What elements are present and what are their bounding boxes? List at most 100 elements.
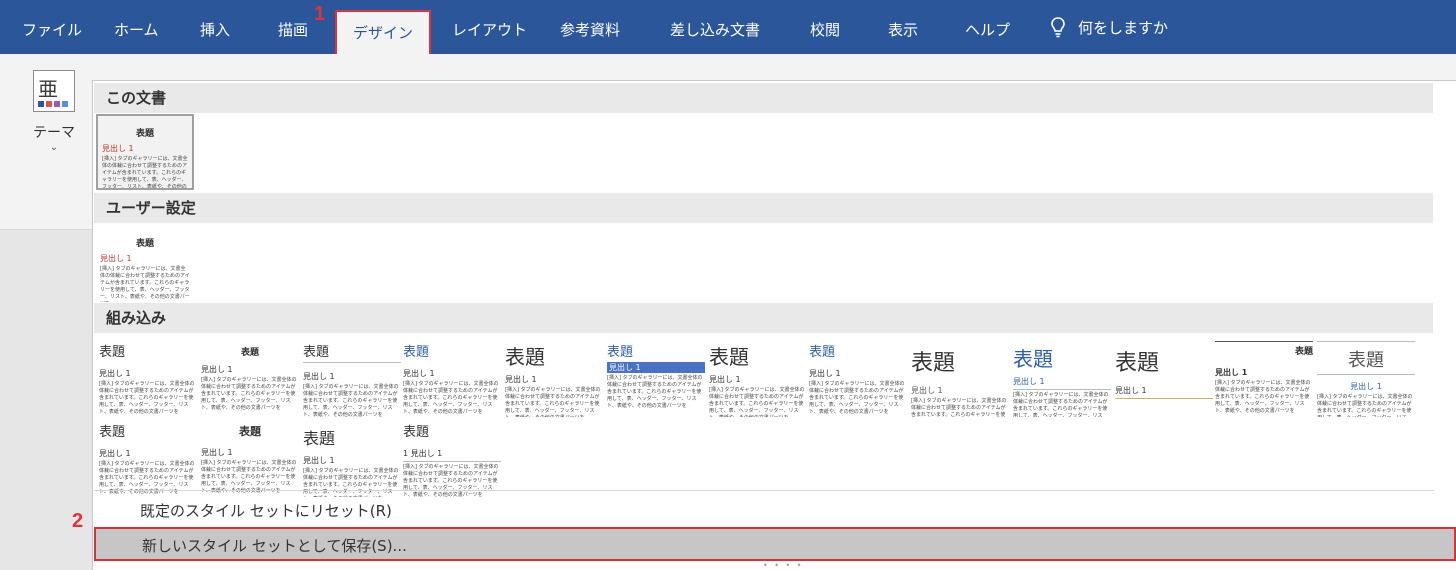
reset-style-set-menu-item[interactable]: 既定のスタイル セットにリセット(R) xyxy=(94,494,1456,528)
style-thumb-builtin[interactable]: 表題 1 見出し 1 [挿入] タブのギャラリーには、文書全体の体裁に合わせて調… xyxy=(403,421,501,497)
thumb-body: [挿入] タブのギャラリーには、文書全体の体裁に合わせて調整するためのアイテムが… xyxy=(403,381,499,415)
thumb-heading: 見出し 1 xyxy=(1215,368,1248,377)
thumb-title: 表題 xyxy=(99,425,126,440)
thumb-title: 表題 xyxy=(809,345,836,360)
menu-divider xyxy=(94,490,1434,491)
thumb-body: [挿入] タブのギャラリーには、文書全体の体裁に合わせて調整するためのアイテムが… xyxy=(709,387,805,417)
style-thumb-builtin[interactable]: 表題 見出し 1 [挿入] タブのギャラリーには、文書全体の体裁に合わせて調整す… xyxy=(607,341,705,417)
style-set-gallery: この文書 表題 見出し 1 [挿入] タブのギャラリーには、文書全体の体裁に合わ… xyxy=(92,80,1456,570)
thumb-heading: 見出し 1 xyxy=(505,375,537,384)
theme-button[interactable]: 亜 テーマ ⌄ xyxy=(28,70,80,153)
style-thumb-custom[interactable]: 表題 見出し 1 [挿入] タブのギャラリーには、文書全体の体裁に合わせて調整す… xyxy=(96,226,194,302)
thumb-heading: 見出し 1 xyxy=(201,365,233,374)
thumb-heading: 見出し 1 xyxy=(709,375,741,384)
section-builtin: 組み込み xyxy=(94,303,1433,333)
thumb-title: 表題 xyxy=(99,345,126,360)
thumb-title: 表題 xyxy=(911,351,956,376)
tab-layout[interactable]: レイアウト xyxy=(452,0,527,54)
tab-references[interactable]: 参考資料 xyxy=(560,0,620,54)
save-new-style-set-menu-item[interactable]: 新しいスタイル セットとして保存(S)... xyxy=(94,527,1456,561)
theme-icon: 亜 xyxy=(33,70,75,112)
thumb-body: [挿入] タブのギャラリーには、文書全体の体裁に合わせて調整するためのアイテムが… xyxy=(809,381,905,415)
tab-home[interactable]: ホーム xyxy=(114,0,159,54)
step-marker-1: 1 xyxy=(314,3,326,25)
thumb-body: [挿入] タブのギャラリーには、文書全体の体裁に合わせて調整するためのアイテムが… xyxy=(403,464,499,497)
thumb-heading: 見出し 1 xyxy=(1350,382,1382,391)
style-thumb-builtin[interactable]: 表題 見出し 1 [挿入] タブのギャラリーには、文書全体の体裁に合わせて調整す… xyxy=(99,341,197,417)
thumb-body: [挿入] タブのギャラリーには、文書全体の体裁に合わせて調整するためのアイテムが… xyxy=(303,384,399,417)
thumb-body: [挿入] タブのギャラリーには、文書全体の体裁に合わせて調整するためのアイテムが… xyxy=(1317,394,1413,417)
theme-label: テーマ xyxy=(33,125,75,141)
style-thumb-builtin[interactable]: 表題 見出し 1 [挿入] タブのギャラリーには、文書全体の体裁に合わせて調整す… xyxy=(99,421,197,497)
style-thumb-builtin[interactable]: 表題 見出し 1 [挿入] タブのギャラリーには、文書全体の体裁に合わせて調整す… xyxy=(1215,341,1313,417)
thumb-heading: 見出し 1 xyxy=(911,386,943,395)
thumb-heading: 見出し 1 xyxy=(99,449,131,458)
tab-help[interactable]: ヘルプ xyxy=(965,0,1010,54)
thumb-heading: 見出し 1 xyxy=(303,456,335,465)
style-thumb-builtin[interactable]: 表題 見出し 1 [挿入] タブのギャラリーには、文書全体の体裁に合わせて調整す… xyxy=(201,421,299,497)
thumb-body: [挿入] タブのギャラリーには、文書全体の体裁に合わせて調整するためのアイテムが… xyxy=(201,377,297,411)
theme-icon-glyph: 亜 xyxy=(38,77,58,101)
thumb-title: 表題 xyxy=(709,345,749,369)
thumb-body: [挿入] タブのギャラリーには、文書全体の体裁に合わせて調整するためのアイテムが… xyxy=(99,381,195,415)
style-thumb-builtin[interactable]: 表題 見出し 1 [挿入] タブのギャラリーには、文書全体の体裁に合わせて調整す… xyxy=(709,341,807,417)
style-thumb-builtin[interactable]: 表題 見出し 1 [挿入] タブのギャラリーには、文書全体の体裁に合わせて調整す… xyxy=(911,341,1009,417)
tab-file[interactable]: ファイル xyxy=(22,0,82,54)
style-thumb-builtin[interactable]: 表題 見出し 1 [挿入] タブのギャラリーには、文書全体の体裁に合わせて調整す… xyxy=(303,341,401,417)
thumb-body: [挿入] タブのギャラリーには、文書全体の体裁に合わせて調整するためのアイテムが… xyxy=(102,156,188,190)
thumb-title: 表題 xyxy=(1115,351,1160,376)
tab-draw[interactable]: 描画 xyxy=(278,0,308,54)
thumb-heading: 見出し 1 xyxy=(100,254,132,263)
style-thumb-builtin[interactable]: 表題 見出し 1 [挿入] タブのギャラリーには、文書全体の体裁に合わせて調整す… xyxy=(1317,341,1415,417)
style-thumb-builtin[interactable]: 表題 見出し 1 [挿入] タブのギャラリーには、文書全体の体裁に合わせて調整す… xyxy=(505,341,603,417)
thumb-heading: 見出し 1 xyxy=(1013,376,1111,390)
step-marker-2: 2 xyxy=(72,510,84,532)
resize-grip[interactable]: • • • • xyxy=(763,561,804,570)
style-thumb-current[interactable]: 表題 見出し 1 [挿入] タブのギャラリーには、文書全体の体裁に合わせて調整す… xyxy=(96,114,194,190)
thumb-title: 表題 xyxy=(505,345,545,369)
thumb-heading: 見出し 1 xyxy=(99,369,131,378)
thumb-heading: 見出し 1 xyxy=(201,448,233,457)
thumb-body: [挿入] タブのギャラリーには、文書全体の体裁に合わせて調整するためのアイテムが… xyxy=(303,468,399,497)
thumb-title: 表題 xyxy=(239,425,261,438)
tab-mailings[interactable]: 差し込み文書 xyxy=(670,0,760,54)
thumb-body: [挿入] タブのギャラリーには、文書全体の体裁に合わせて調整するためのアイテムが… xyxy=(1013,392,1109,417)
thumb-title: 表題 xyxy=(403,345,430,360)
style-thumb-builtin[interactable]: 表題 見出し 1 [挿入] タブのギャラリーには、文書全体の体裁に合わせて調整す… xyxy=(403,341,501,417)
thumb-heading: 見出し 1 xyxy=(809,369,841,378)
thumb-title: 表題 xyxy=(303,341,401,363)
section-custom: ユーザー設定 xyxy=(94,193,1433,223)
thumb-title: 表題 xyxy=(135,129,154,139)
thumb-title: 表題 xyxy=(1317,346,1415,375)
tab-design[interactable]: デザイン xyxy=(335,10,431,54)
thumb-body: [挿入] タブのギャラリーには、文書全体の体裁に合わせて調整するためのアイテムが… xyxy=(505,387,601,417)
thumb-title: 表題 xyxy=(303,429,336,448)
thumb-title: 表題 xyxy=(1294,347,1313,357)
thumb-body: [挿入] タブのギャラリーには、文書全体の体裁に合わせて調整するためのアイテムが… xyxy=(607,375,703,409)
tab-review[interactable]: 校閲 xyxy=(810,0,840,54)
tell-me-box[interactable]: 何をしますか xyxy=(1050,0,1168,54)
thumb-heading: 1 見出し 1 xyxy=(403,448,501,462)
thumb-body: [挿入] タブのギャラリーには、文書全体の体裁に合わせて調整するためのアイテムが… xyxy=(100,266,190,302)
style-thumb-builtin[interactable]: 表題 見出し 1 xyxy=(1115,341,1213,417)
thumb-body: [挿入] タブのギャラリーには、文書全体の体裁に合わせて調整するためのアイテムが… xyxy=(911,398,1007,417)
ribbon-tab-bar: ファイル ホーム 挿入 描画 デザイン レイアウト 参考資料 差し込み文書 校閲… xyxy=(0,0,1456,54)
thumb-title: 表題 xyxy=(607,345,634,360)
thumb-title: 表題 xyxy=(403,425,430,440)
thumb-title: 表題 xyxy=(135,239,154,249)
lightbulb-icon xyxy=(1051,17,1065,38)
tab-view[interactable]: 表示 xyxy=(888,0,918,54)
thumb-body: [挿入] タブのギャラリーには、文書全体の体裁に合わせて調整するためのアイテムが… xyxy=(1215,380,1311,414)
style-thumb-builtin[interactable]: 表題 見出し 1 [挿入] タブのギャラリーには、文書全体の体裁に合わせて調整す… xyxy=(201,341,299,417)
chevron-down-icon: ⌄ xyxy=(49,142,59,153)
thumb-heading: 見出し 1 xyxy=(102,144,134,153)
thumb-heading: 見出し 1 xyxy=(1115,385,1213,399)
thumb-heading: 見出し 1 xyxy=(403,369,435,378)
tab-insert[interactable]: 挿入 xyxy=(200,0,230,54)
thumb-heading: 見出し 1 xyxy=(303,372,335,381)
style-thumb-builtin[interactable]: 表題 見出し 1 [挿入] タブのギャラリーには、文書全体の体裁に合わせて調整す… xyxy=(303,421,401,497)
style-thumb-builtin[interactable]: 表題 見出し 1 [挿入] タブのギャラリーには、文書全体の体裁に合わせて調整す… xyxy=(1013,341,1111,417)
style-thumb-builtin[interactable]: 表題 見出し 1 [挿入] タブのギャラリーには、文書全体の体裁に合わせて調整す… xyxy=(809,341,907,417)
thumb-title: 表題 xyxy=(1013,347,1053,371)
tell-me-text: 何をしますか xyxy=(1078,18,1169,37)
